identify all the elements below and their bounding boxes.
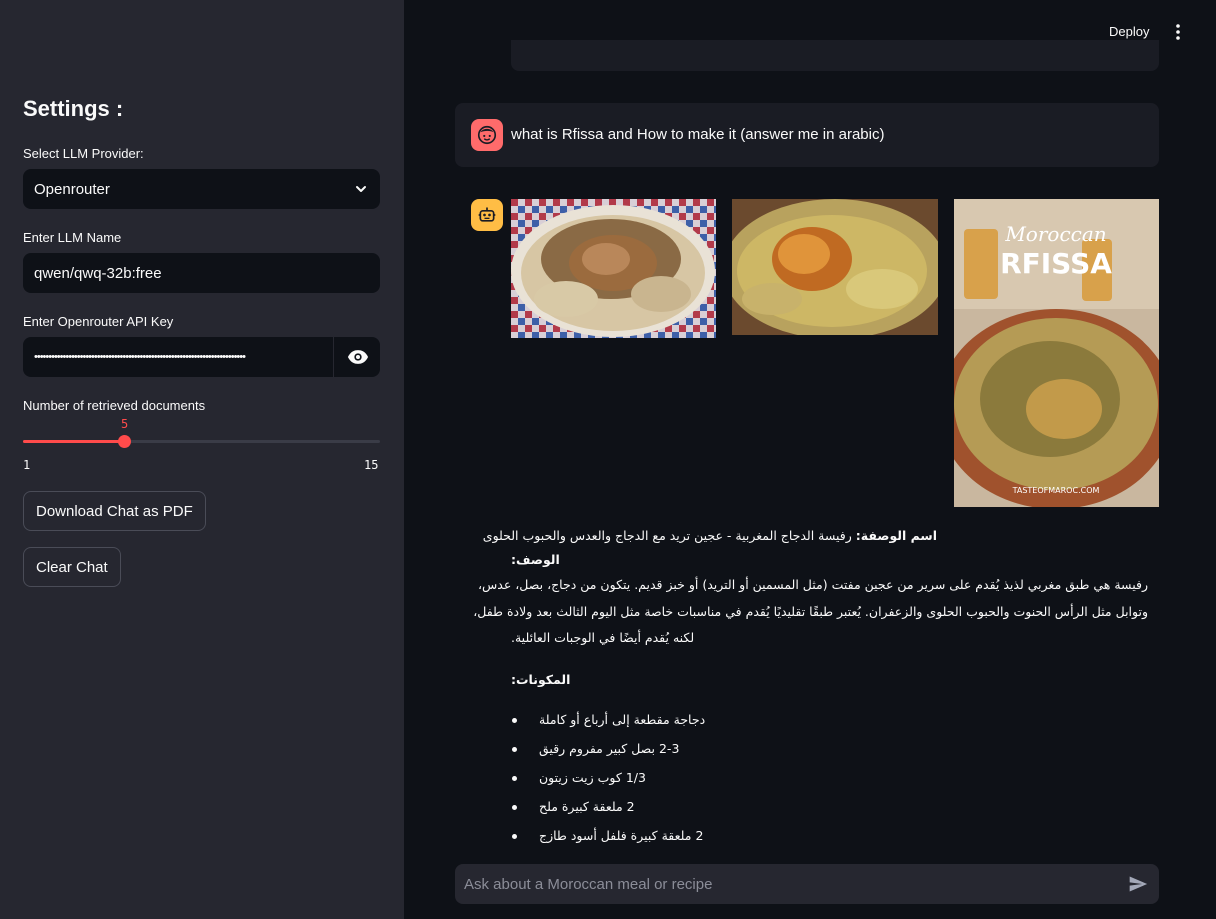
recipe-name-label: اسم الوصفة: bbox=[855, 528, 937, 543]
list-item: 2 ملعقة كبيرة ملح bbox=[539, 799, 635, 814]
send-icon[interactable] bbox=[1126, 872, 1150, 896]
download-pdf-button[interactable]: Download Chat as PDF bbox=[23, 491, 206, 531]
clear-chat-button[interactable]: Clear Chat bbox=[23, 547, 121, 587]
chat-input-box bbox=[455, 864, 1159, 904]
list-bullet bbox=[512, 747, 517, 752]
slider-value: 5 bbox=[120, 417, 129, 431]
rfissa-photo-1 bbox=[511, 199, 716, 338]
poster-title-line1: Moroccan bbox=[1004, 222, 1106, 246]
deploy-button[interactable]: Deploy bbox=[1109, 24, 1149, 39]
recipe-name-value: رفيسة الدجاج المغربية - عجين تريد مع الد… bbox=[482, 528, 856, 543]
list-item: دجاجة مقطعة إلى أرباع أو كاملة bbox=[539, 712, 706, 727]
sidebar: Settings : Select LLM Provider: Openrout… bbox=[0, 0, 404, 919]
rfissa-poster: Moroccan RFISSA TASTEOFMAROC.COM bbox=[954, 199, 1159, 507]
ingredients-heading: المكونات: bbox=[511, 672, 570, 687]
user-avatar-icon bbox=[471, 119, 503, 151]
bot-avatar-icon bbox=[471, 199, 503, 231]
llm-name-label: Enter LLM Name bbox=[23, 230, 122, 245]
eye-icon[interactable] bbox=[346, 345, 370, 369]
provider-select-value: Openrouter bbox=[34, 180, 110, 198]
description-heading-text: الوصف: bbox=[511, 552, 560, 567]
provider-label: Select LLM Provider: bbox=[23, 146, 144, 161]
user-message-text: what is Rfissa and How to make it (answe… bbox=[511, 126, 885, 143]
llm-name-input[interactable]: qwen/qwq-32b:free bbox=[23, 253, 380, 293]
api-key-input[interactable]: ••••••••••••••••••••••••••••••••••••••••… bbox=[23, 337, 380, 377]
chat-input[interactable] bbox=[464, 875, 1126, 893]
llm-name-value: qwen/qwq-32b:free bbox=[34, 264, 162, 282]
description-line-2: وتوابل مثل الرأس الحنوت والحبوب الحلوى و… bbox=[473, 604, 1148, 619]
list-bullet bbox=[512, 834, 517, 839]
previous-message-tail bbox=[511, 40, 1159, 71]
docs-slider[interactable] bbox=[23, 435, 380, 448]
more-menu-icon[interactable] bbox=[1168, 22, 1188, 42]
slider-max: 15 bbox=[364, 458, 379, 472]
api-key-value: ••••••••••••••••••••••••••••••••••••••••… bbox=[34, 351, 246, 363]
api-key-label: Enter Openrouter API Key bbox=[23, 314, 174, 329]
description-line-3: لكنه يُقدم أيضًا في الوجبات العائلية. bbox=[511, 630, 695, 645]
slider-min: 1 bbox=[23, 458, 31, 472]
divider bbox=[333, 337, 334, 377]
list-bullet bbox=[512, 776, 517, 781]
slider-fill bbox=[23, 440, 125, 443]
sidebar-title: Settings : bbox=[23, 96, 124, 121]
poster-title-line2: RFISSA bbox=[1000, 247, 1112, 280]
slider-thumb[interactable] bbox=[118, 435, 132, 448]
recipe-name-line: اسم الوصفة: رفيسة الدجاج المغربية - عجين… bbox=[483, 528, 937, 543]
chevron-down-icon bbox=[353, 181, 369, 197]
slider-label: Number of retrieved documents bbox=[23, 398, 206, 413]
poster-footer: TASTEOFMAROC.COM bbox=[1012, 486, 1100, 495]
list-item: 1/3 كوب زيت زيتون bbox=[539, 770, 646, 785]
provider-select[interactable]: Openrouter bbox=[23, 169, 380, 209]
list-bullet bbox=[512, 718, 517, 723]
list-item: 2-3 بصل كبير مفروم رقيق bbox=[539, 741, 680, 756]
description-heading: الوصف: bbox=[511, 552, 560, 567]
list-item: 2 ملعقة كبيرة فلفل أسود طازج bbox=[539, 828, 704, 843]
description-line-1: رفيسة هي طبق مغربي لذيذ يُقدم على سرير م… bbox=[477, 577, 1148, 592]
rfissa-photo-2 bbox=[732, 199, 938, 335]
ingredients-heading-text: المكونات: bbox=[511, 672, 571, 687]
list-bullet bbox=[512, 805, 517, 810]
